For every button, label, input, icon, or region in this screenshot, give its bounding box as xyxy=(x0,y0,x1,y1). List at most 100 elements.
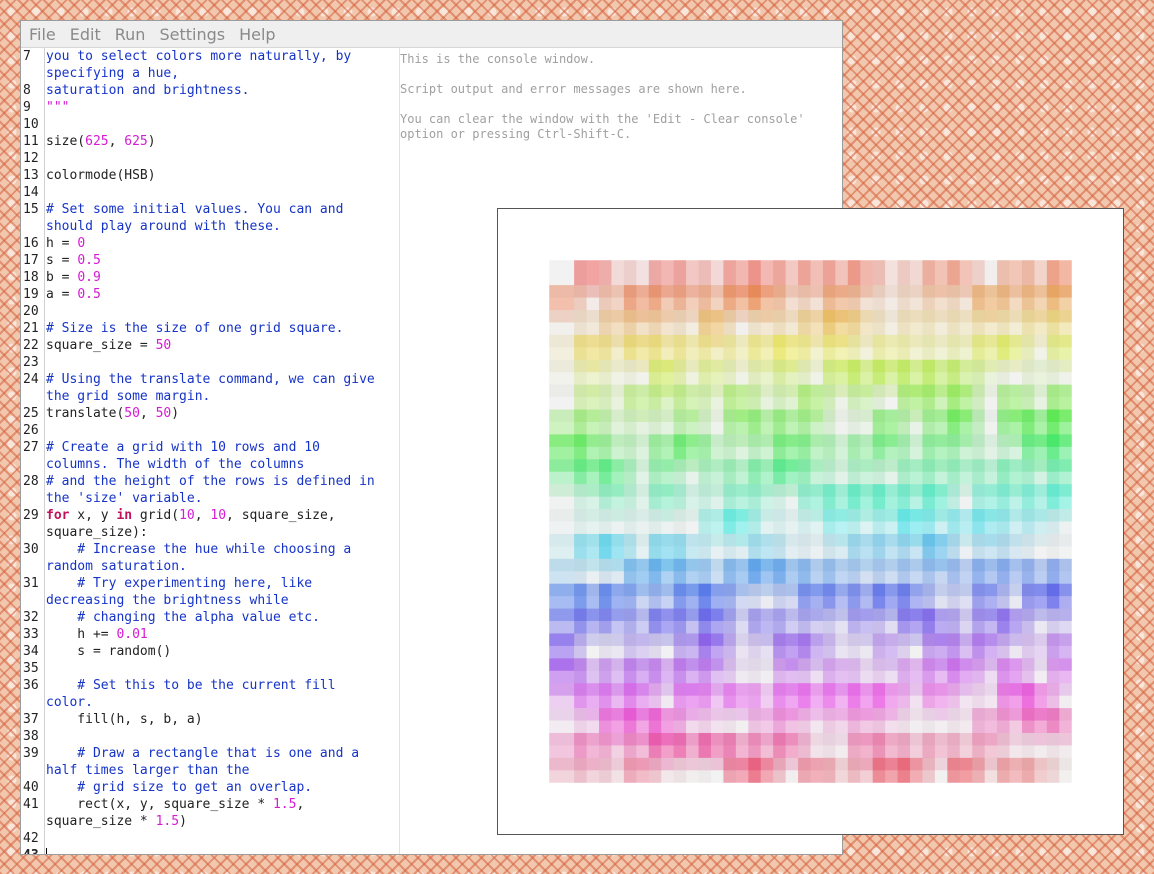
code-line[interactable]: 33 h += 0.01 xyxy=(21,626,399,643)
code-line[interactable]: 42​ xyxy=(21,830,399,847)
code-line[interactable]: 37 fill(h, s, b, a) xyxy=(21,711,399,728)
code-text: should play around with these. xyxy=(46,218,399,235)
line-number: 16 xyxy=(21,235,45,252)
code-token: # grid size to get an overlap. xyxy=(46,780,313,795)
code-token: color. xyxy=(46,695,93,710)
code-line[interactable]: 20​ xyxy=(21,303,399,320)
code-line[interactable]: 28 # and the height of the rows is define… xyxy=(21,473,399,507)
code-line[interactable]: 26​ xyxy=(21,422,399,439)
line-number: 19 xyxy=(21,286,45,303)
code-line[interactable]: 23​ xyxy=(21,354,399,371)
code-line[interactable]: 41 rect(x, y, square_size * 1.5, square_s… xyxy=(21,796,399,830)
code-line[interactable]: 13 colormode(HSB) xyxy=(21,167,399,184)
code-line[interactable]: 38​ xyxy=(21,728,399,745)
code-line[interactable]: 25 translate(50, 50) xyxy=(21,405,399,422)
code-line[interactable]: 31 # Try experimenting here, like decreas… xyxy=(21,575,399,609)
code-line[interactable]: 7 you to select colors more naturally, by… xyxy=(21,48,399,82)
code-line[interactable]: 10​ xyxy=(21,116,399,133)
code-line[interactable]: 35​ xyxy=(21,660,399,677)
code-line[interactable]: 34 s = random() xyxy=(21,643,399,660)
code-token: 625 xyxy=(124,134,148,149)
code-token: grid( xyxy=(132,508,180,523)
code-token: # Create a grid with 10 rows and 10 xyxy=(46,440,320,455)
code-token: # Using the translate command, we can gi… xyxy=(46,372,375,387)
code-text: # Set some initial values. You can and xyxy=(46,201,399,218)
code-line[interactable]: 29 for x, y in grid(10, 10, square_size, s… xyxy=(21,507,399,541)
code-line[interactable]: 24 # Using the translate command, we can … xyxy=(21,371,399,405)
code-line[interactable]: 15 # Set some initial values. You can and… xyxy=(21,201,399,235)
code-line[interactable]: 27 # Create a grid with 10 rows and 10 col… xyxy=(21,439,399,473)
code-text: # Using the translate command, we can gi… xyxy=(46,371,399,388)
code-text: # Draw a rectangle that is one and a xyxy=(46,745,399,762)
code-text: square_size): xyxy=(46,524,399,541)
code-text: columns. The width of the columns xyxy=(46,456,399,473)
line-number: 9 xyxy=(21,99,45,116)
code-text: decreasing the brightness while xyxy=(46,592,399,609)
code-token: # Set some initial values. You can and xyxy=(46,202,344,217)
menu-edit[interactable]: Edit xyxy=(70,25,101,44)
code-editor[interactable]: 7 you to select colors more naturally, by… xyxy=(21,48,400,854)
code-token: 1.5 xyxy=(272,797,297,812)
code-text: # Set this to be the current fill xyxy=(46,677,399,694)
code-text: square_size * 1.5) xyxy=(46,813,399,830)
menu-file[interactable]: File xyxy=(29,25,56,44)
code-token: ) xyxy=(147,134,156,149)
code-token: # Draw a rectangle that is one and a xyxy=(46,746,360,761)
console-line: You can clear the window with the 'Edit … xyxy=(400,112,805,126)
code-line[interactable]: 16 h = 0 xyxy=(21,235,399,252)
code-text: for x, y in grid(10, 10, square_size, xyxy=(46,507,399,524)
code-text: ​ xyxy=(46,303,399,320)
line-number: 34 xyxy=(21,643,45,660)
code-line[interactable]: 21 # Size is the size of one grid square. xyxy=(21,320,399,337)
line-number: 24 xyxy=(21,371,45,405)
code-text: you to select colors more naturally, by xyxy=(46,48,399,65)
code-line[interactable]: 36 # Set this to be the current fill colo… xyxy=(21,677,399,711)
code-line[interactable]: 8 saturation and brightness. xyxy=(21,82,399,99)
code-text: ​ xyxy=(46,728,399,745)
line-number: 32 xyxy=(21,609,45,626)
code-text: the grid some margin. xyxy=(46,388,399,405)
code-token: , xyxy=(296,797,305,812)
menu-help[interactable]: Help xyxy=(239,25,275,44)
code-line[interactable]: 11 size(625, 625) xyxy=(21,133,399,150)
code-token: you to select colors more naturally, by xyxy=(46,49,352,64)
line-number: 11 xyxy=(21,133,45,150)
menu-settings[interactable]: Settings xyxy=(159,25,225,44)
code-text: # Try experimenting here, like xyxy=(46,575,399,592)
code-token: # and the height of the rows is defined … xyxy=(46,474,375,489)
code-line[interactable]: 30 # Increase the hue while choosing a ra… xyxy=(21,541,399,575)
code-line[interactable]: 18 b = 0.9 xyxy=(21,269,399,286)
line-number: 38 xyxy=(21,728,45,745)
code-line[interactable]: 32 # changing the alpha value etc. xyxy=(21,609,399,626)
code-token: # changing the alpha value etc. xyxy=(46,610,320,625)
code-line[interactable]: 9 """ xyxy=(21,99,399,116)
code-line[interactable]: 39 # Draw a rectangle that is one and a h… xyxy=(21,745,399,779)
code-line[interactable]: 14​ xyxy=(21,184,399,201)
code-text: h = 0 xyxy=(46,235,399,252)
line-number: 14 xyxy=(21,184,45,201)
line-number: 12 xyxy=(21,150,45,167)
code-line[interactable]: 19 a = 0.5 xyxy=(21,286,399,303)
code-token: """ xyxy=(46,100,70,115)
menu-run[interactable]: Run xyxy=(115,25,146,44)
code-token: the 'size' variable. xyxy=(46,491,203,506)
code-token: x, y xyxy=(69,508,117,523)
code-token: fill(h, s, b, a) xyxy=(46,712,203,727)
code-line[interactable]: 12​ xyxy=(21,150,399,167)
code-text: fill(h, s, b, a) xyxy=(46,711,399,728)
menu-bar: File Edit Run Settings Help xyxy=(21,21,842,48)
code-text: s = 0.5 xyxy=(46,252,399,269)
code-line[interactable]: 22 square_size = 50 xyxy=(21,337,399,354)
code-text: b = 0.9 xyxy=(46,269,399,286)
code-line[interactable]: 40 # grid size to get an overlap. xyxy=(21,779,399,796)
code-token: colormode(HSB) xyxy=(46,168,156,183)
code-token: # Increase the hue while choosing a xyxy=(46,542,352,557)
code-token: 0 xyxy=(77,236,86,251)
code-token: , xyxy=(108,134,125,149)
code-line[interactable]: 43​ xyxy=(21,847,399,854)
code-line[interactable]: 17 s = 0.5 xyxy=(21,252,399,269)
code-text: h += 0.01 xyxy=(46,626,399,643)
code-token: square_size = xyxy=(46,338,156,353)
console-line: Script output and error messages are sho… xyxy=(400,82,747,96)
line-number: 23 xyxy=(21,354,45,371)
